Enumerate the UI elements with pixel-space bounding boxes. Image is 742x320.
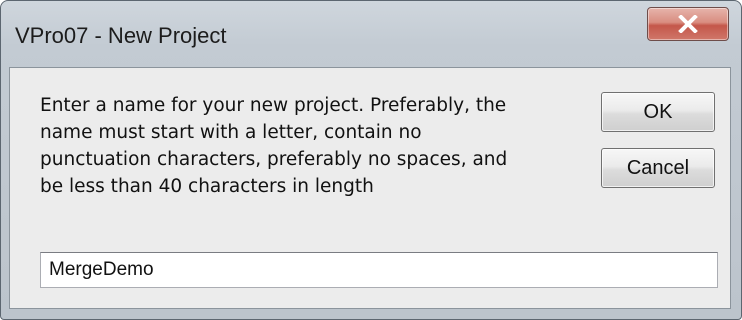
project-name-input[interactable] bbox=[40, 252, 718, 288]
ok-button[interactable]: OK bbox=[601, 92, 715, 132]
new-project-dialog: VPro07 - New Project Enter a name for yo… bbox=[0, 0, 742, 320]
window-title: VPro07 - New Project bbox=[15, 23, 227, 48]
close-x-icon bbox=[678, 15, 698, 33]
close-button[interactable] bbox=[647, 7, 729, 41]
title-bar[interactable]: VPro07 - New Project bbox=[1, 1, 741, 65]
instruction-text: Enter a name for your new project. Prefe… bbox=[40, 95, 508, 197]
dialog-body: Enter a name for your new project. Prefe… bbox=[9, 67, 731, 309]
cancel-button[interactable]: Cancel bbox=[601, 148, 715, 188]
